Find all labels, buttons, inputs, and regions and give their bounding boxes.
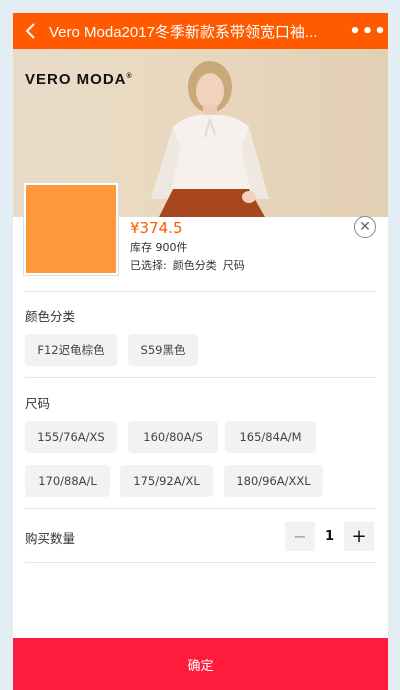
- quantity-stepper: − 1 +: [285, 522, 374, 551]
- quantity-value[interactable]: 1: [315, 522, 344, 551]
- color-option[interactable]: F12迟龟棕色: [25, 334, 117, 366]
- more-dots-icon: •••: [349, 20, 387, 42]
- divider: [25, 562, 376, 563]
- color-section-title: 颜色分类: [25, 309, 76, 324]
- size-option[interactable]: 165/84A/M: [225, 421, 316, 453]
- top-bar: Vero Moda2017冬季新款系带领宽口袖... •••: [13, 13, 388, 49]
- divider: [25, 377, 376, 378]
- divider: [25, 508, 376, 509]
- size-option[interactable]: 175/92A/XL: [120, 465, 213, 497]
- quantity-increase-button[interactable]: +: [344, 522, 374, 551]
- close-button[interactable]: ✕: [354, 216, 376, 238]
- quantity-decrease-button[interactable]: −: [285, 522, 315, 551]
- size-option[interactable]: 155/76A/XS: [25, 421, 117, 453]
- back-button[interactable]: [13, 13, 49, 49]
- more-button[interactable]: •••: [348, 13, 388, 49]
- size-option[interactable]: 170/88A/L: [25, 465, 110, 497]
- chevron-left-icon: [25, 23, 35, 39]
- size-option[interactable]: 160/80A/S: [128, 421, 218, 453]
- product-thumbnail: [24, 183, 118, 275]
- selected-summary: 已选择: 颜色分类 尺码: [130, 259, 245, 272]
- divider: [25, 291, 376, 292]
- close-icon: ✕: [359, 219, 371, 235]
- quantity-label: 购买数量: [25, 531, 76, 546]
- size-section-title: 尺码: [25, 396, 51, 411]
- stock-text: 库存 900件: [130, 241, 188, 254]
- page-title: Vero Moda2017冬季新款系带领宽口袖...: [49, 23, 318, 41]
- sku-sheet: [13, 217, 388, 690]
- product-price: ¥374.5: [130, 219, 183, 237]
- sku-popup-page: Vero Moda2017冬季新款系带领宽口袖... ••• VERO MODA…: [13, 13, 388, 690]
- color-option[interactable]: S59黑色: [128, 334, 198, 366]
- size-option[interactable]: 180/96A/XXL: [224, 465, 323, 497]
- confirm-button[interactable]: 确定: [13, 638, 388, 690]
